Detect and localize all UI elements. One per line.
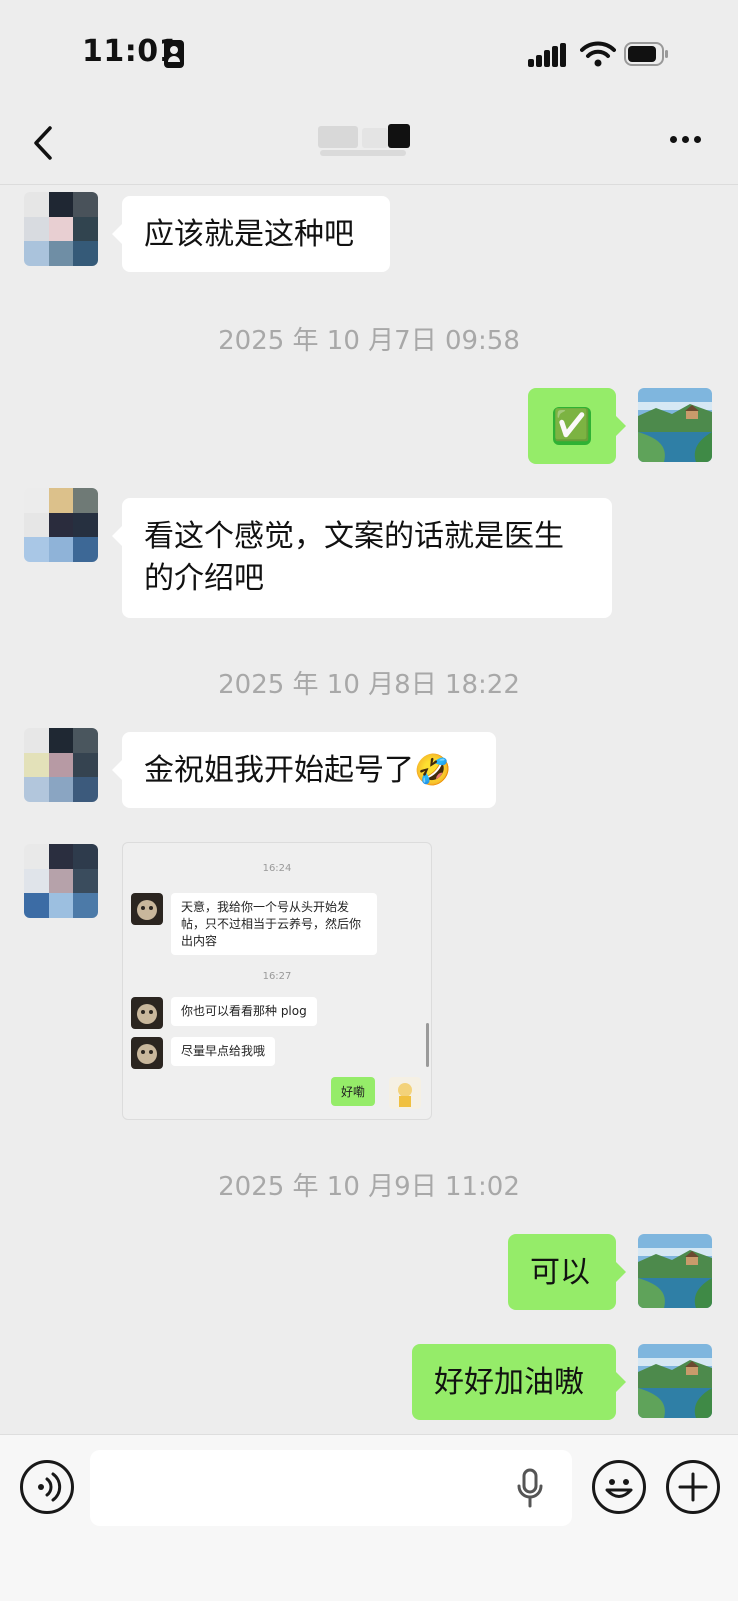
message-bubble[interactable]: ✅: [528, 388, 626, 464]
emoji-icon: [605, 1479, 633, 1498]
plus-icon: [678, 1472, 708, 1502]
contact-card-icon: [164, 40, 184, 68]
contact-avatar[interactable]: [24, 728, 98, 802]
wifi-icon: [580, 41, 616, 67]
contact-avatar[interactable]: [24, 844, 98, 918]
mini-timestamp: 16:24: [262, 863, 292, 874]
more-icon[interactable]: [666, 136, 706, 146]
timestamp: 2025 年 10 月8日 18:22: [218, 670, 520, 700]
battery-icon: [624, 42, 668, 66]
mini-timestamp: 16:27: [262, 971, 292, 982]
message-text: 可以: [530, 1255, 590, 1290]
message-bubble[interactable]: 好好加油嗷: [412, 1344, 626, 1420]
message-bubble[interactable]: 应该就是这种吧: [112, 196, 390, 272]
my-avatar[interactable]: [638, 388, 712, 462]
message-text: 好好加油嗷: [434, 1365, 584, 1400]
nav-divider: [0, 184, 738, 185]
plus-button[interactable]: [666, 1460, 720, 1514]
message-text: 应该就是这种吧: [144, 217, 354, 252]
mini-avatar: [131, 1037, 163, 1069]
back-chevron-icon[interactable]: [28, 124, 60, 162]
mini-scrollbar: [426, 1023, 429, 1067]
mini-message: 你也可以看看那种 plog: [171, 997, 317, 1026]
mini-message: 尽量早点给我哦: [171, 1037, 276, 1066]
shared-screenshot-image[interactable]: 16:24 天意，我给你一个号从头开始发帖，只不过相当于云养号，然后你出内容 1…: [122, 842, 432, 1120]
voice-mode-button[interactable]: [20, 1460, 74, 1514]
timestamp: 2025 年 10 月7日 09:58: [218, 326, 520, 356]
my-avatar[interactable]: [638, 1344, 712, 1418]
chat-title-redacted: [318, 124, 418, 158]
cellular-signal-icon: [528, 43, 566, 67]
mini-message: 天意，我给你一个号从头开始发帖，只不过相当于云养号，然后你出内容: [171, 893, 377, 955]
message-bubble[interactable]: 可以: [508, 1234, 626, 1310]
mini-avatar: [131, 997, 163, 1029]
check-mark-emoji: ✅: [553, 407, 591, 445]
microphone-icon[interactable]: [516, 1468, 544, 1508]
voice-mode-icon: [38, 1472, 62, 1502]
message-text: 看这个感觉，文案的话就是医生的介绍吧: [144, 519, 564, 596]
message-bubble[interactable]: 看这个感觉，文案的话就是医生的介绍吧: [112, 498, 612, 618]
mini-avatar: [131, 893, 163, 925]
message-input[interactable]: [90, 1450, 572, 1526]
message-bubble[interactable]: 金祝姐我开始起号了🤣: [112, 732, 496, 808]
emoji-button[interactable]: [592, 1460, 646, 1514]
contact-avatar[interactable]: [24, 488, 98, 562]
contact-avatar[interactable]: [24, 192, 98, 266]
my-avatar[interactable]: [638, 1234, 712, 1308]
timestamp: 2025 年 10 月9日 11:02: [218, 1172, 520, 1202]
mini-sent-message: 好嘞: [330, 1077, 375, 1106]
message-text: 金祝姐我开始起号了🤣: [144, 753, 452, 788]
mini-avatar: [389, 1077, 421, 1109]
